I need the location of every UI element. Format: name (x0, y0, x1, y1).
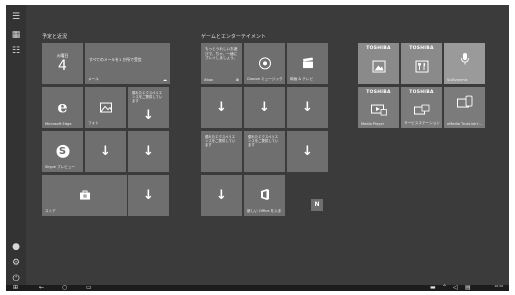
toshiba-brand-text: TOSHIBA (366, 90, 391, 95)
toshiba-brand-text: TOSHIBA (409, 90, 434, 95)
xbox-tile[interactable]: もっとうれしいお遊びで、ちゃ、一緒にプレイしましょう。 Xbox ⊗ (201, 43, 242, 84)
service-station-icon (413, 100, 430, 119)
onenote-small-tile[interactable]: N (311, 199, 323, 211)
downloading-tile-h[interactable]: 優れたエクスペリエンスをご提供しています (201, 131, 242, 172)
downloading-tile-h-text: 優れたエクスペリエンスをご提供しています (205, 135, 236, 148)
groove-music-tile[interactable]: Groove ミュージック (244, 43, 285, 84)
photos-icon (99, 97, 112, 116)
xbox-badge-icon: ⊗ (235, 77, 239, 82)
toshiba-tile-2[interactable]: TOSHIBA (401, 43, 442, 84)
downloading-tile-i-text: 優れたエクスペリエンスをご提供しています (248, 135, 279, 148)
toshiba-tile-6-label: eMedia TrueLink+... (447, 122, 483, 126)
photos-tile-label: フォト (88, 121, 99, 125)
calendar-tile[interactable]: 火曜日 4 (42, 43, 83, 84)
download-arrow-icon: ↓ (143, 187, 154, 203)
media-player-icon (370, 100, 387, 119)
downloading-tile-b[interactable]: ↓ (85, 131, 126, 172)
toshiba-tile-1[interactable]: TOSHIBA (358, 43, 399, 84)
toshiba-tile-3-label: Sullivanmic (447, 78, 468, 82)
edge-tile[interactable]: e Microsoft Edge (42, 87, 83, 128)
group-title-games[interactable]: ゲームとエンターテイメント (201, 33, 266, 40)
xbox-tile-label: Xbox (204, 78, 213, 82)
hamburger-menu-icon[interactable]: ☰ (10, 11, 22, 23)
downloading-tile-j[interactable]: ↓ (287, 131, 328, 172)
store-tile-label: ストア (45, 209, 56, 213)
store-tile[interactable]: ストア (42, 175, 127, 216)
start-menu-screen: ☰ ▦ ☷ ● ⚙ ⏻ 予定と近況 ゲームとエンターテイメント 火曜日 4 すべ… (6, 5, 509, 291)
download-arrow-icon: ↓ (216, 187, 227, 203)
toshiba-brand-text: TOSHIBA (366, 46, 391, 51)
toshiba-tile-4[interactable]: TOSHIBA Media Player (358, 87, 399, 128)
downloading-tile-i[interactable]: 優れたエクスペリエンスをご提供しています (244, 131, 285, 172)
get-office-label: 新しい Office を入手 (247, 209, 282, 213)
cortana-search-icon[interactable]: ○ (62, 284, 67, 291)
phone-link-icon (456, 94, 473, 113)
downloading-tile-a-text: 優れたエクスペリエンスをご提供しています (132, 91, 163, 104)
toshiba-tile-3[interactable]: Sullivanmic (444, 43, 485, 84)
settings-gear-icon[interactable]: ⚙ (10, 257, 22, 269)
download-arrow-icon: ↓ (302, 99, 313, 115)
download-arrow-icon: ↓ (259, 99, 270, 115)
back-arrow-icon[interactable]: ← (39, 284, 44, 291)
calendar-day-number: 4 (58, 58, 67, 74)
download-arrow-icon: ↓ (143, 107, 154, 123)
downloading-tile-d[interactable]: ↓ (128, 175, 169, 216)
mail-tile[interactable]: すべてのメールを1 か所で受信 メール ☁ (85, 43, 170, 84)
windows-start-icon[interactable]: ⊞ (13, 284, 18, 291)
start-left-rail: ☰ ▦ ☷ ● ⚙ ⏻ (6, 5, 26, 285)
toshiba-photo-icon (372, 57, 385, 76)
groove-music-icon (258, 56, 271, 69)
toshiba-tile-4-label: Media Player (361, 122, 385, 126)
edge-tile-label: Microsoft Edge (45, 122, 72, 126)
system-clock[interactable]: 16:39 (494, 284, 503, 288)
tray-keyboard-icon[interactable]: ▤ (465, 284, 471, 291)
downloading-tile-k[interactable]: ↓ (201, 175, 242, 216)
downloading-tile-c[interactable]: ↓ (128, 131, 169, 172)
photos-tile[interactable]: フォト (85, 87, 126, 128)
downloading-tile-a[interactable]: 優れたエクスペリエンスをご提供しています ↓ (128, 87, 169, 128)
task-view-icon[interactable]: ▭ (86, 284, 92, 291)
clock-time: 16:39 (494, 284, 503, 288)
downloading-tile-g[interactable]: ↓ (287, 87, 328, 128)
group-title-schedule[interactable]: 予定と近況 (42, 33, 67, 40)
skype-tile[interactable]: S Skype プレビュー (42, 131, 83, 172)
groove-music-label: Groove ミュージック (247, 77, 283, 81)
store-bag-icon (79, 185, 91, 204)
taskbar: ⊞ ← ○ ▭ ▬ ⌃ ◁ ▤ 16:39 (6, 284, 509, 291)
tile-view-icon[interactable]: ▦ (10, 29, 22, 41)
downloading-tile-f[interactable]: ↓ (244, 87, 285, 128)
tray-chevron-icon[interactable]: ⌃ (442, 284, 447, 291)
toshiba-utensils-icon (415, 57, 428, 76)
xbox-tile-text: もっとうれしいお遊びで、ちゃ、一緒にプレイしましょう。 (205, 47, 238, 60)
all-apps-list-icon[interactable]: ☷ (10, 45, 22, 57)
onenote-logo-icon: N (314, 201, 320, 208)
get-office-tile[interactable]: 新しい Office を入手 (244, 175, 285, 216)
clapperboard-icon (302, 53, 314, 72)
download-arrow-icon: ↓ (302, 143, 313, 159)
office-logo-icon (260, 185, 270, 204)
movies-tv-tile[interactable]: 映画 & テレビ (287, 43, 328, 84)
microphone-icon (460, 51, 470, 70)
mail-tile-text: すべてのメールを1 か所で受信 (89, 57, 142, 62)
movies-tv-label: 映画 & テレビ (290, 77, 314, 81)
account-avatar-icon[interactable]: ● (10, 241, 22, 253)
skype-logo-icon: S (56, 144, 69, 158)
download-arrow-icon: ↓ (143, 143, 154, 159)
download-arrow-icon: ↓ (100, 143, 111, 159)
tray-volume-icon[interactable]: ◁ (453, 284, 458, 291)
mail-tile-label: メール (88, 77, 99, 81)
download-arrow-icon: ↓ (216, 99, 227, 115)
downloading-tile-e[interactable]: ↓ (201, 87, 242, 128)
toshiba-tile-5-label: サービスステーション (404, 121, 440, 125)
skype-tile-label: Skype プレビュー (45, 165, 75, 169)
toshiba-tile-6[interactable]: eMedia TrueLink+... (444, 87, 485, 128)
toshiba-tile-5[interactable]: TOSHIBA サービスステーション (401, 87, 442, 128)
toshiba-brand-text: TOSHIBA (409, 46, 434, 51)
tray-network-icon[interactable]: ▬ (430, 284, 436, 291)
mail-badge-icon: ☁ (163, 77, 167, 82)
edge-logo-icon: e (57, 97, 68, 117)
